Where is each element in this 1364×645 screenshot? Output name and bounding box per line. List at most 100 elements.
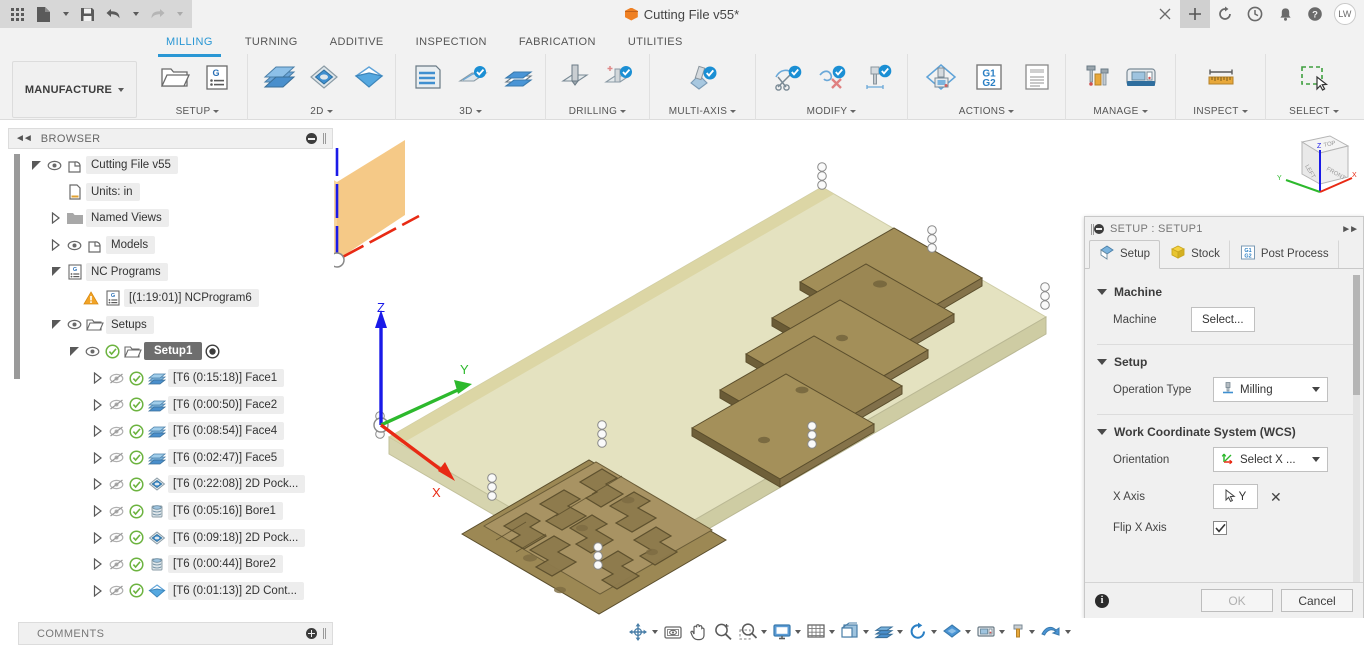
visibility-eye-icon[interactable] (64, 319, 84, 330)
tab-utilities[interactable]: UTILITIES (612, 30, 699, 54)
app-grid-icon[interactable] (4, 1, 30, 27)
simulate-icon[interactable] (1038, 622, 1073, 641)
visibility-eye-off-icon[interactable] (106, 479, 126, 490)
comments-panel[interactable]: COMMENTS (18, 622, 333, 645)
undo-dropdown-icon[interactable] (126, 1, 144, 27)
section-wcs[interactable]: Work Coordinate System (WCS) (1097, 425, 1353, 439)
twisty-right-icon[interactable] (90, 451, 106, 464)
panel-label-2d[interactable]: 2D (253, 102, 390, 120)
pocket-operation-icon[interactable] (304, 57, 343, 97)
redo-icon[interactable] (144, 1, 170, 27)
visibility-eye-off-icon[interactable] (106, 399, 126, 410)
tab-post-process[interactable]: G1 G2 Post Process (1230, 240, 1339, 268)
job-status-icon[interactable] (1240, 0, 1270, 28)
tree-node-setup1[interactable]: Setup1 (8, 338, 333, 365)
filter-tool-icon[interactable] (1008, 622, 1037, 641)
workspace-switcher[interactable]: MANUFACTURE (12, 61, 137, 118)
dialog-minimize-icon[interactable] (1094, 224, 1104, 234)
x-axis-select-button[interactable]: Y (1213, 484, 1258, 509)
twisty-right-icon[interactable] (90, 558, 106, 571)
parallel-3d-icon[interactable] (453, 57, 493, 97)
panel-label-manage[interactable]: MANAGE (1071, 102, 1170, 120)
tree-node-named-views[interactable]: Named Views (8, 205, 333, 232)
tree-node-operation[interactable]: [T6 (0:08:54)] Face4 (8, 418, 333, 445)
tool-library-icon[interactable] (1077, 57, 1117, 97)
post-process-g1g2-icon[interactable]: G1 G2 (969, 57, 1009, 97)
tree-node-models[interactable]: Models (8, 232, 333, 259)
zoom-icon[interactable] (711, 622, 735, 641)
dialog-scrollbar[interactable] (1353, 275, 1360, 583)
panel-label-actions[interactable]: ACTIONS (913, 102, 1060, 120)
tree-node-operation[interactable]: [T6 (0:09:18)] 2D Pock... (8, 524, 333, 551)
multi-axis-icon[interactable] (683, 57, 723, 97)
twisty-down-icon[interactable] (28, 160, 44, 171)
measure-ruler-icon[interactable] (1201, 57, 1241, 97)
contour-operation-icon[interactable] (349, 57, 388, 97)
tree-node-ncprogram6[interactable]: G [(1:19:01)] NCProgram6 (8, 285, 333, 312)
close-icon[interactable] (1150, 0, 1180, 28)
select-window-icon[interactable] (1294, 57, 1334, 97)
panel-label-modify[interactable]: MODIFY (761, 102, 902, 120)
grid-snaps-icon[interactable] (804, 622, 837, 641)
visibility-eye-off-icon[interactable] (106, 452, 126, 463)
operation-type-combo[interactable]: Milling (1213, 377, 1328, 402)
twisty-right-icon[interactable] (48, 212, 64, 225)
tab-inspection[interactable]: INSPECTION (400, 30, 503, 54)
browser-scrollbar[interactable] (14, 154, 20, 379)
face-operation-icon[interactable] (259, 57, 298, 97)
tree-node-nc-programs[interactable]: G NC Programs (8, 258, 333, 285)
tool-length-icon[interactable] (857, 57, 897, 97)
pan-hand-icon[interactable] (686, 622, 710, 641)
twisty-right-icon[interactable] (90, 425, 106, 438)
visibility-eye-off-icon[interactable] (106, 532, 126, 543)
tree-node-operation[interactable]: [T6 (0:02:47)] Face5 (8, 445, 333, 472)
horizontal-3d-icon[interactable] (498, 57, 538, 97)
active-setup-radio-icon[interactable] (202, 344, 222, 359)
refresh-view-icon[interactable] (906, 622, 939, 641)
panel-label-setup[interactable]: SETUP (153, 102, 242, 120)
tree-node-units[interactable]: Units: in (8, 179, 333, 206)
panel-label-3d[interactable]: 3D (401, 102, 540, 120)
tab-fabrication[interactable]: FABRICATION (503, 30, 612, 54)
flip-x-axis-checkbox[interactable] (1213, 521, 1227, 535)
avatar[interactable]: LW (1334, 3, 1356, 25)
setup-sheet-icon[interactable] (1017, 57, 1057, 97)
visibility-eye-icon[interactable] (64, 240, 84, 251)
twisty-right-icon[interactable] (90, 584, 106, 597)
panel-label-select[interactable]: SELECT (1271, 102, 1357, 120)
comments-grip[interactable] (323, 628, 326, 639)
display-settings-icon[interactable] (770, 622, 803, 641)
browser-minimize-icon[interactable] (306, 133, 317, 144)
tree-node-operation[interactable]: [T6 (0:01:13)] 2D Cont... (8, 578, 333, 605)
machine-view-icon[interactable] (974, 622, 1007, 641)
trim-toolpath-icon[interactable] (767, 57, 807, 97)
refresh-icon[interactable] (1210, 0, 1240, 28)
tab-setup[interactable]: Setup (1089, 240, 1161, 269)
fit-icon[interactable] (736, 622, 769, 641)
notifications-bell-icon[interactable] (1270, 0, 1300, 28)
tree-node-operation[interactable]: [T6 (0:00:44)] Bore2 (8, 551, 333, 578)
section-setup[interactable]: Setup (1097, 355, 1353, 369)
undo-icon[interactable] (100, 1, 126, 27)
delete-toolpath-icon[interactable] (812, 57, 852, 97)
new-file-icon[interactable] (30, 1, 56, 27)
viewports-icon[interactable] (838, 622, 871, 641)
tab-turning[interactable]: TURNING (229, 30, 314, 54)
twisty-down-icon[interactable] (48, 319, 64, 330)
tree-node-operation[interactable]: [T6 (0:00:50)] Face2 (8, 391, 333, 418)
browser-grip[interactable] (323, 133, 326, 144)
twisty-right-icon[interactable] (48, 239, 64, 252)
visibility-eye-icon[interactable] (44, 160, 64, 171)
tab-milling[interactable]: MILLING (150, 30, 229, 57)
visibility-eye-icon[interactable] (82, 346, 102, 357)
section-machine[interactable]: Machine (1097, 285, 1353, 299)
machine-select-button[interactable]: Select... (1191, 307, 1255, 332)
tree-node-setups[interactable]: Setups (8, 312, 333, 339)
visibility-eye-off-icon[interactable] (106, 506, 126, 517)
cancel-button[interactable]: Cancel (1281, 589, 1353, 612)
panel-label-inspect[interactable]: INSPECT (1181, 102, 1260, 120)
panel-label-drilling[interactable]: DRILLING (551, 102, 644, 120)
toolpath-display-icon[interactable] (940, 622, 973, 641)
setup-dialog[interactable]: SETUP : SETUP1 ►► Setup Stock G1 G2 Post … (1084, 216, 1364, 619)
tab-additive[interactable]: ADDITIVE (314, 30, 400, 54)
